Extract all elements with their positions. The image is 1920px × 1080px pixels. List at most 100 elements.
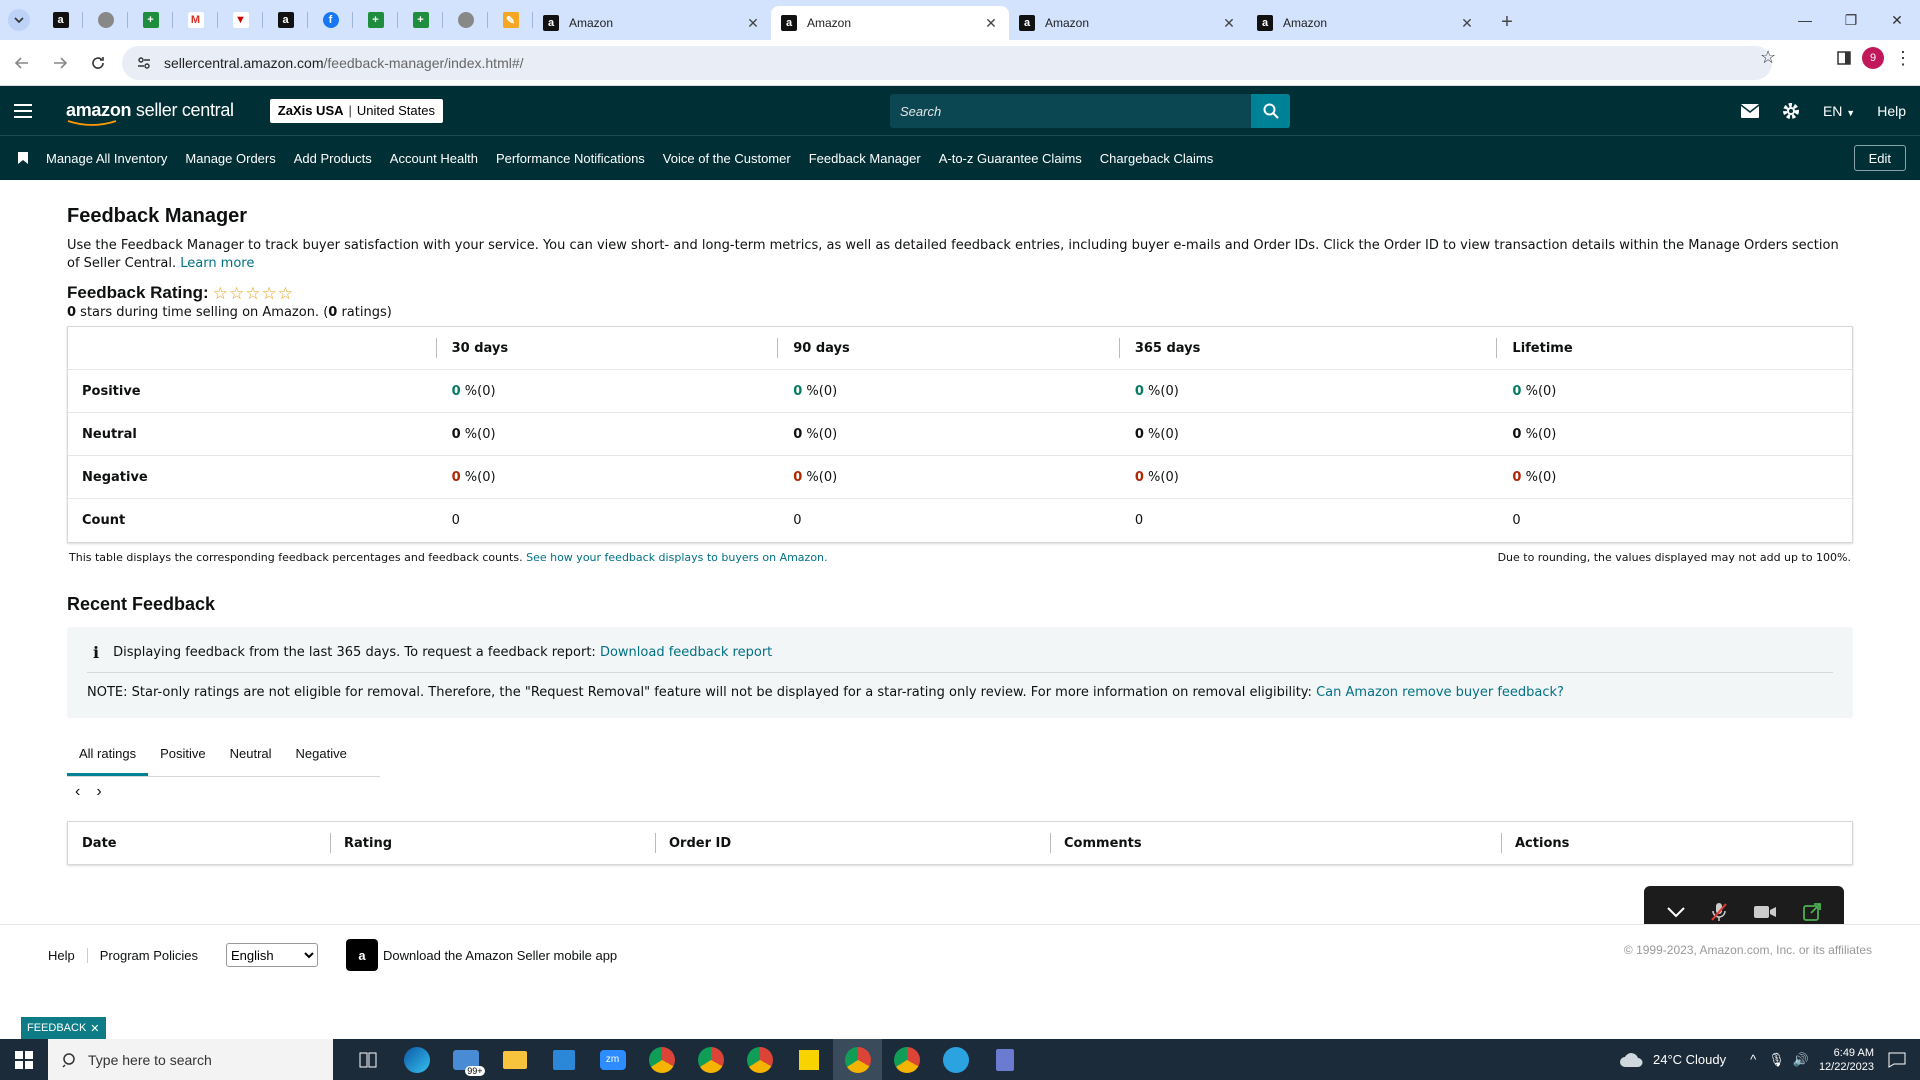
side-panel-icon[interactable] <box>1836 50 1852 66</box>
search-button[interactable] <box>1251 94 1290 128</box>
metric-suffix: %(0) <box>1525 383 1557 399</box>
share-screen-icon[interactable] <box>1802 902 1822 922</box>
telegram-icon[interactable] <box>931 1039 980 1080</box>
learn-more-link[interactable]: Learn more <box>180 256 254 271</box>
nav-link-performance-notifications[interactable]: Performance Notifications <box>496 151 645 166</box>
chrome-active-icon[interactable] <box>833 1039 882 1080</box>
calculator-icon[interactable] <box>980 1039 1029 1080</box>
nav-link-chargeback-claims[interactable]: Chargeback Claims <box>1100 151 1213 166</box>
forward-button[interactable] <box>44 47 76 79</box>
close-tab-icon[interactable]: ✕ <box>745 15 761 31</box>
tab-search-button[interactable] <box>8 9 30 31</box>
tab-negative[interactable]: Negative <box>284 736 359 776</box>
pinned-tab-sheets-2[interactable]: + <box>353 0 398 40</box>
edit-nav-button[interactable]: Edit <box>1853 145 1906 171</box>
language-selector[interactable]: EN ▼ <box>1823 103 1855 119</box>
nav-link-manage-inventory[interactable]: Manage All Inventory <box>46 151 167 166</box>
help-link[interactable]: Help <box>1877 103 1906 119</box>
close-window-icon[interactable]: ✕ <box>1874 0 1920 40</box>
store-selector[interactable]: ZaXis USA | United States <box>269 98 443 123</box>
search-input[interactable] <box>890 94 1251 128</box>
prev-page-icon[interactable]: ‹ <box>75 783 80 801</box>
column-date[interactable]: Date <box>68 836 330 851</box>
seller-central-logo[interactable]: amazon seller central <box>66 100 234 126</box>
language-select[interactable]: English <box>226 943 319 967</box>
pinned-tab-amazon[interactable]: a <box>38 0 83 40</box>
nav-link-manage-orders[interactable]: Manage Orders <box>185 151 275 166</box>
pinned-tab-bookmark[interactable]: ▼ <box>218 0 263 40</box>
mobile-app-link[interactable]: a Download the Amazon Seller mobile app <box>346 939 617 971</box>
bookmark-icon[interactable] <box>0 152 46 164</box>
chrome-profile-icon[interactable] <box>686 1039 735 1080</box>
mic-muted-icon[interactable] <box>1710 902 1728 922</box>
store-icon[interactable] <box>539 1039 588 1080</box>
download-report-link[interactable]: Download feedback report <box>600 645 772 660</box>
tab-positive[interactable]: Positive <box>148 736 218 776</box>
buyer-display-link[interactable]: See how your feedback displays to buyers… <box>526 551 827 564</box>
mail-icon[interactable] <box>1740 103 1759 118</box>
chrome-profile-icon[interactable] <box>735 1039 784 1080</box>
bookmark-star-icon[interactable]: ☆ <box>1760 47 1776 68</box>
notifications-icon[interactable] <box>1888 1052 1906 1068</box>
start-button[interactable] <box>0 1050 48 1069</box>
pinned-tab-globe[interactable] <box>83 0 128 40</box>
browser-tab[interactable]: a Amazon ✕ <box>533 6 771 40</box>
microphone-icon[interactable]: 🎙 <box>1768 1052 1785 1068</box>
pinned-tab-facebook[interactable]: f <box>308 0 353 40</box>
profile-avatar[interactable]: 9 <box>1862 47 1884 69</box>
browser-menu-icon[interactable]: ⋮ <box>1894 49 1912 67</box>
close-tab-icon[interactable]: ✕ <box>1459 15 1475 31</box>
column-comments[interactable]: Comments <box>1050 832 1501 853</box>
browser-tab[interactable]: a Amazon ✕ <box>1009 6 1247 40</box>
sticky-notes-icon[interactable] <box>784 1039 833 1080</box>
nav-link-feedback-manager[interactable]: Feedback Manager <box>809 151 921 166</box>
minimize-icon[interactable]: — <box>1782 0 1828 40</box>
reload-button[interactable] <box>82 47 114 79</box>
video-camera-icon[interactable] <box>1753 904 1777 920</box>
star-empty-icon: ☆ <box>277 283 293 303</box>
program-policies-link[interactable]: Program Policies <box>88 948 210 963</box>
edge-icon[interactable] <box>392 1039 441 1080</box>
pinned-tab-sheets-3[interactable]: + <box>398 0 443 40</box>
browser-tab-active[interactable]: a Amazon ✕ <box>771 6 1009 40</box>
restore-icon[interactable]: ❐ <box>1828 0 1874 40</box>
zoom-icon[interactable]: zm <box>588 1039 637 1080</box>
feedback-tab[interactable]: FEEDBACK ✕ <box>21 1017 106 1039</box>
chevron-up-icon[interactable]: ^ <box>1750 1052 1756 1067</box>
tab-neutral[interactable]: Neutral <box>218 736 284 776</box>
pinned-tab-editor[interactable]: ✎ <box>488 0 533 40</box>
chrome-icon[interactable] <box>882 1039 931 1080</box>
weather-text[interactable]: 24°C Cloudy <box>1653 1052 1726 1067</box>
nav-link-atoz-claims[interactable]: A-to-z Guarantee Claims <box>939 151 1082 166</box>
removal-help-link[interactable]: Can Amazon remove buyer feedback? <box>1316 685 1564 700</box>
hamburger-menu-button[interactable] <box>0 103 46 118</box>
volume-icon[interactable]: 🔊 <box>1793 1052 1809 1068</box>
pinned-tab-globe-2[interactable] <box>443 0 488 40</box>
close-tab-icon[interactable]: ✕ <box>1221 15 1237 31</box>
close-icon[interactable]: ✕ <box>90 1022 99 1035</box>
footer-help-link[interactable]: Help <box>48 947 88 963</box>
gear-icon[interactable] <box>1781 101 1801 121</box>
next-page-icon[interactable]: › <box>96 783 101 801</box>
browser-tab[interactable]: a Amazon ✕ <box>1247 6 1485 40</box>
column-rating[interactable]: Rating <box>330 832 655 853</box>
nav-link-account-health[interactable]: Account Health <box>390 151 478 166</box>
pinned-tab-sheets[interactable]: + <box>128 0 173 40</box>
chevron-down-icon[interactable] <box>1666 906 1685 918</box>
file-explorer-icon[interactable] <box>490 1039 539 1080</box>
pinned-tab-amazon-2[interactable]: a <box>263 0 308 40</box>
column-order-id[interactable]: Order ID <box>655 832 1050 853</box>
taskbar-search[interactable]: Type here to search <box>48 1039 333 1080</box>
tab-all-ratings[interactable]: All ratings <box>67 736 149 776</box>
clock[interactable]: 6:49 AM 12/22/2023 <box>1819 1046 1874 1074</box>
mail-app-icon[interactable]: 99+ <box>441 1039 490 1080</box>
task-view-icon[interactable] <box>343 1039 392 1080</box>
url-bar[interactable]: sellercentral.amazon.com/feedback-manage… <box>122 46 1772 80</box>
nav-link-add-products[interactable]: Add Products <box>294 151 372 166</box>
close-tab-icon[interactable]: ✕ <box>983 15 999 31</box>
chrome-icon[interactable] <box>637 1039 686 1080</box>
nav-link-voice-of-customer[interactable]: Voice of the Customer <box>663 151 791 166</box>
new-tab-button[interactable]: + <box>1493 8 1521 36</box>
pinned-tab-gmail[interactable]: M <box>173 0 218 40</box>
back-button[interactable] <box>6 47 38 79</box>
